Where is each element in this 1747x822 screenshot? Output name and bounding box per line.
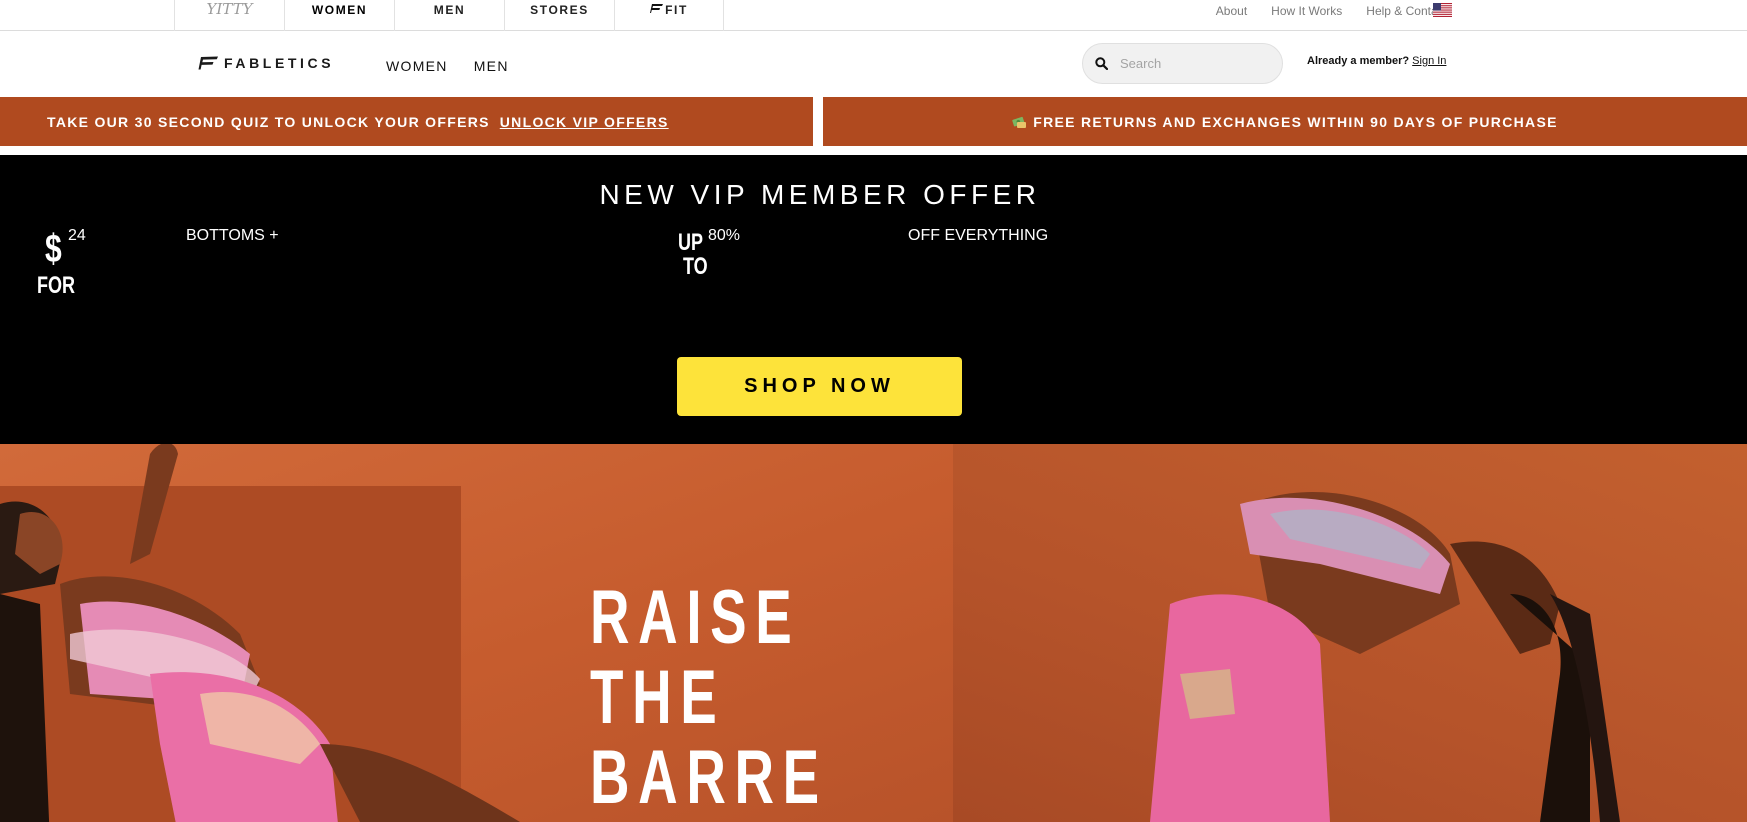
sign-in-link[interactable]: Sign In [1412, 55, 1446, 67]
nav-men[interactable]: MEN [474, 58, 509, 74]
brand-tab-label: FIT [665, 3, 688, 17]
brand-tab-stores[interactable]: STORES [504, 0, 614, 31]
how-it-works-link[interactable]: How It Works [1271, 4, 1342, 18]
vip-offer-hero: NEW VIP MEMBER OFFER 2 $ FOR 24 BOTTOMS … [0, 155, 1747, 444]
offer-bottoms: BOTTOMS + [186, 227, 279, 244]
unlock-vip-offers-link[interactable]: UNLOCK VIP OFFERS [500, 114, 669, 130]
offer-headline: 2 $ FOR 24 BOTTOMS + UP TO 80% OFF EVERY… [0, 227, 1747, 342]
offer-for: FOR [37, 272, 76, 299]
brand-tab-label: STORES [530, 3, 589, 17]
money-icon [1012, 116, 1027, 128]
search-icon [1095, 57, 1108, 70]
quiz-promo-banner: TAKE OUR 30 SECOND QUIZ TO UNLOCK YOUR O… [0, 97, 813, 146]
main-header: FABLETICS WOMEN MEN Already a member? Si… [0, 31, 1747, 97]
model-photo-right [1150, 492, 1620, 822]
member-sign-in: Already a member? Sign In [1307, 55, 1446, 67]
logo-text: FABLETICS [224, 55, 335, 71]
shop-now-button[interactable]: SHOP NOW [677, 357, 962, 416]
brand-tab-women[interactable]: WOMEN [284, 0, 394, 31]
search-box[interactable] [1082, 43, 1283, 84]
promo-strip: TAKE OUR 30 SECOND QUIZ TO UNLOCK YOUR O… [0, 97, 1747, 147]
brand-tab-fit[interactable]: FIT [614, 0, 724, 31]
offer-up: UP [678, 229, 704, 256]
offer-dollar: $ [45, 227, 62, 271]
headline-line: THE [590, 655, 726, 740]
search-input[interactable] [1120, 56, 1270, 71]
model-photo-left [0, 444, 520, 822]
offer-to: TO [683, 253, 708, 280]
headline-line: RAISE [590, 575, 801, 660]
offer-percent: 80% [708, 227, 741, 244]
us-flag-icon[interactable] [1433, 3, 1452, 17]
returns-promo-text: FREE RETURNS AND EXCHANGES WITHIN 90 DAY… [1033, 113, 1558, 130]
raise-the-barre-hero[interactable]: RAISE THE BARRE [0, 444, 1747, 822]
nav-women[interactable]: WOMEN [386, 58, 448, 74]
about-link[interactable]: About [1216, 4, 1247, 18]
fabletics-mark-icon [650, 4, 664, 13]
headline-line: BARRE [590, 735, 828, 820]
brand-tab-men[interactable]: MEN [394, 0, 504, 31]
brand-tab-label: MEN [433, 3, 466, 17]
member-prompt: Already a member? [1307, 55, 1410, 67]
quiz-promo-text: TAKE OUR 30 SECOND QUIZ TO UNLOCK YOUR O… [47, 113, 490, 130]
returns-promo-banner: FREE RETURNS AND EXCHANGES WITHIN 90 DAY… [823, 97, 1747, 146]
fabletics-logo[interactable]: FABLETICS [198, 55, 334, 71]
main-nav: WOMEN MEN [386, 58, 509, 74]
utility-bar: yitty WOMEN MEN STORES FIT About How It … [0, 0, 1747, 31]
offer-off-everything: OFF EVERYTHING [908, 227, 1049, 244]
utility-links: About How It Works Help & Contact [1216, 4, 1447, 18]
yitty-logo: yitty [206, 0, 253, 18]
fabletics-mark-icon [198, 56, 218, 70]
raise-the-barre-headline: RAISE THE BARRE [590, 578, 828, 818]
brand-tabs: yitty WOMEN MEN STORES FIT [174, 0, 724, 31]
offer-kicker: NEW VIP MEMBER OFFER [599, 179, 1041, 210]
brand-tab-label: WOMEN [311, 3, 368, 17]
brand-tab-yitty[interactable]: yitty [174, 0, 284, 31]
offer-price: 24 [68, 227, 86, 244]
